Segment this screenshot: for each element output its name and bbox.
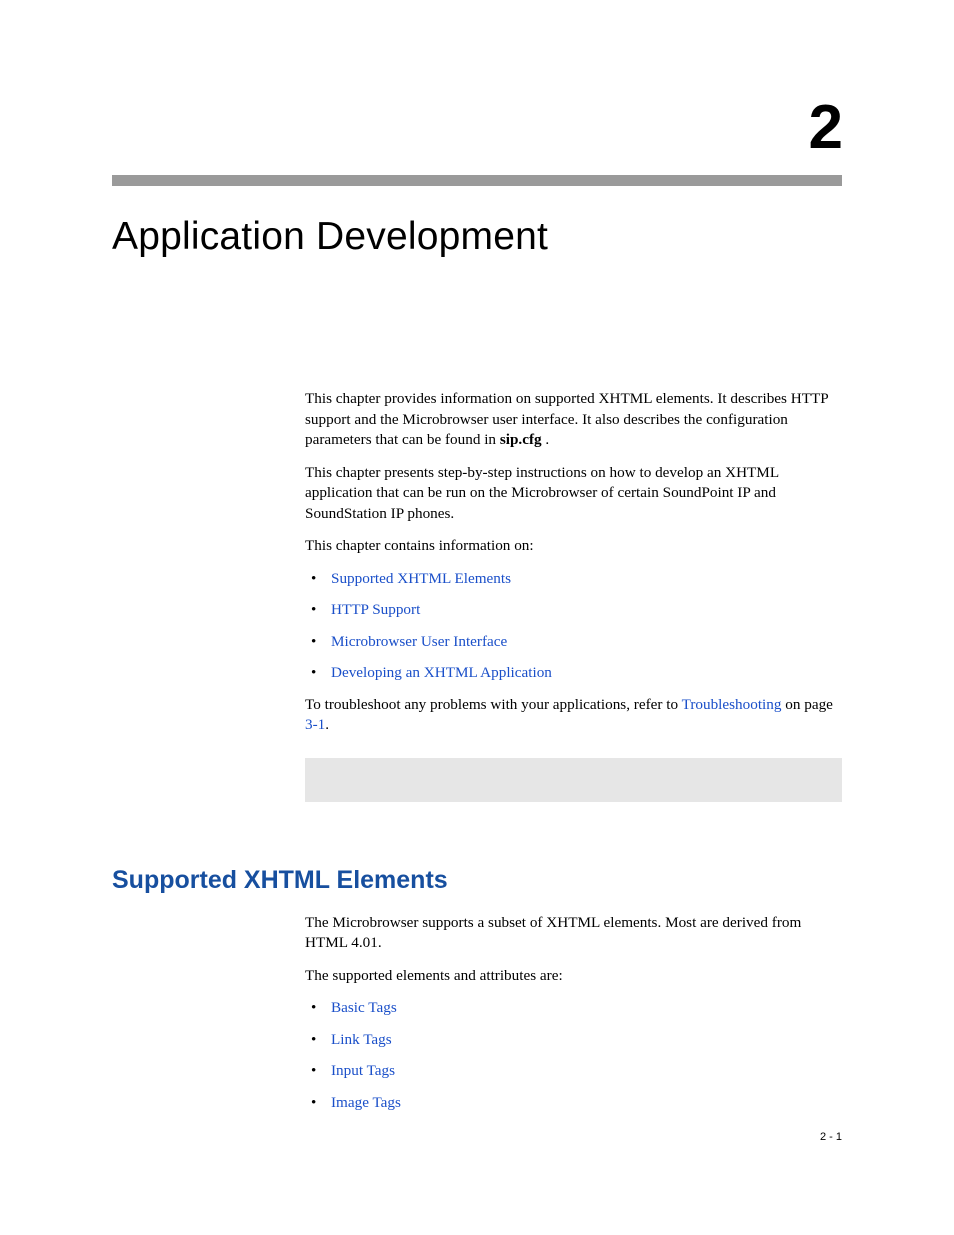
link-link-tags[interactable]: Link Tags	[331, 1031, 392, 1048]
intro-paragraph-1: This chapter provides information on sup…	[305, 389, 842, 451]
chapter-number: 2	[809, 92, 842, 163]
section-bullet-list: Basic Tags Link Tags Input Tags Image Ta…	[305, 998, 842, 1113]
intro-paragraph-3: This chapter contains information on:	[305, 536, 842, 557]
intro-p4-pre: To troubleshoot any problems with your a…	[305, 696, 682, 713]
intro-p1-post: .	[542, 431, 550, 448]
list-item: Supported XHTML Elements	[305, 569, 842, 590]
link-developing-xhtml-app[interactable]: Developing an XHTML Application	[331, 664, 552, 681]
list-item: Developing an XHTML Application	[305, 663, 842, 684]
section-heading-supported-xhtml: Supported XHTML Elements	[112, 866, 842, 895]
link-http-support[interactable]: HTTP Support	[331, 601, 420, 618]
link-supported-xhtml-elements[interactable]: Supported XHTML Elements	[331, 570, 511, 587]
list-item: HTTP Support	[305, 600, 842, 621]
link-page-3-1[interactable]: 3-1	[305, 716, 325, 733]
section-paragraph-1: The Microbrowser supports a subset of XH…	[305, 913, 842, 954]
page-number: 2 - 1	[820, 1131, 842, 1143]
link-troubleshooting[interactable]: Troubleshooting	[682, 696, 782, 713]
intro-p4-post: .	[325, 716, 329, 733]
list-item: Image Tags	[305, 1093, 842, 1114]
section-paragraph-2: The supported elements and attributes ar…	[305, 966, 842, 987]
config-filename: sip.cfg	[500, 431, 542, 448]
chapter-title: Application Development	[112, 215, 842, 259]
link-image-tags[interactable]: Image Tags	[331, 1094, 401, 1111]
link-microbrowser-ui[interactable]: Microbrowser User Interface	[331, 633, 507, 650]
link-input-tags[interactable]: Input Tags	[331, 1062, 395, 1079]
intro-paragraph-2: This chapter presents step-by-step instr…	[305, 463, 842, 525]
intro-p4-mid: on page	[781, 696, 832, 713]
link-basic-tags[interactable]: Basic Tags	[331, 999, 397, 1016]
intro-bullet-list: Supported XHTML Elements HTTP Support Mi…	[305, 569, 842, 684]
list-item: Basic Tags	[305, 998, 842, 1019]
list-item: Microbrowser User Interface	[305, 632, 842, 653]
note-box	[305, 758, 842, 802]
list-item: Input Tags	[305, 1061, 842, 1082]
divider-rule	[112, 175, 842, 186]
intro-paragraph-4: To troubleshoot any problems with your a…	[305, 695, 842, 736]
list-item: Link Tags	[305, 1030, 842, 1051]
intro-p1-pre: This chapter provides information on sup…	[305, 390, 828, 448]
